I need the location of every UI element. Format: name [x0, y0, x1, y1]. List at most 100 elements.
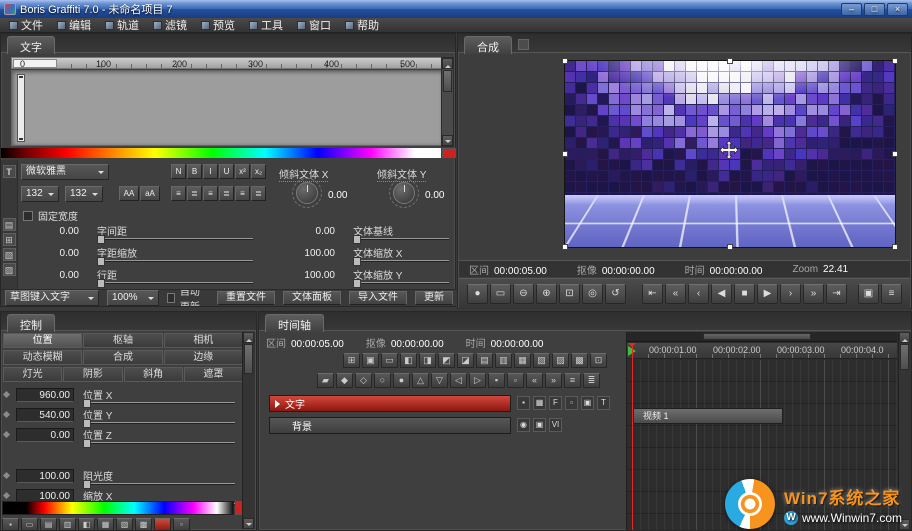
timeline-tool-button[interactable]: ○ [374, 373, 391, 388]
menu-item[interactable]: 滤镜 [146, 18, 194, 32]
font-size-select[interactable]: 132 [21, 186, 59, 202]
clip-video1[interactable]: 视频 1 [633, 408, 783, 424]
param-value[interactable]: 0.00 [19, 270, 79, 281]
text-tool-icon[interactable]: ⊞ [3, 233, 16, 246]
footer-button[interactable]: 文体面板 [283, 291, 341, 305]
next-frame-button[interactable]: › [780, 284, 801, 304]
control-tab[interactable]: 位置 [3, 333, 82, 348]
menu-item[interactable]: 文件 [2, 18, 50, 32]
timeline-tool-button[interactable]: ◆ [336, 373, 353, 388]
timeline-tool-button[interactable]: ▭ [381, 353, 398, 368]
track-option-icon[interactable]: F [549, 396, 562, 410]
skew-x-value[interactable]: 0.00 [328, 190, 347, 201]
zoom-in-button[interactable]: ⊕ [536, 284, 557, 304]
zoom-dropdown[interactable]: 100% [107, 290, 159, 306]
align-button[interactable]: ≡ [203, 186, 218, 201]
text-tool-icon[interactable]: ▤ [3, 218, 16, 231]
control-tab[interactable]: 相机 [164, 333, 243, 348]
timeline-tool-button[interactable]: ▨ [552, 353, 569, 368]
scroll-up-icon[interactable] [899, 332, 910, 343]
font-style-button[interactable]: I [203, 164, 218, 179]
param-slider[interactable] [83, 483, 235, 484]
minimize-button[interactable]: – [841, 3, 862, 16]
record-button[interactable]: ● [467, 284, 488, 304]
render-options-button[interactable]: ≡ [881, 284, 902, 304]
align-button[interactable]: ≡ [171, 186, 186, 201]
menu-item[interactable]: 帮助 [338, 18, 386, 32]
toolbar-icon-button[interactable]: ▤ [40, 518, 57, 531]
keyframe-icon[interactable] [4, 392, 12, 400]
tab-composite[interactable]: 合成 [464, 36, 512, 54]
tab-text[interactable]: 文字 [7, 36, 55, 54]
track-option-icon[interactable]: ▫ [565, 396, 578, 410]
text-tool-icon[interactable]: T [3, 165, 16, 178]
menu-item[interactable]: 编辑 [50, 18, 98, 32]
track-option-icon[interactable]: ▣ [533, 418, 546, 432]
font-size-select-2[interactable]: 132 [65, 186, 103, 202]
loop-playback-button[interactable]: ↺ [605, 284, 626, 304]
tab-timeline[interactable]: 时间轴 [265, 314, 324, 332]
track-bar-background[interactable]: 背景 [269, 417, 511, 434]
selection-handle[interactable] [562, 58, 568, 64]
panel-options-icon[interactable] [518, 39, 529, 50]
param-slider[interactable] [97, 238, 253, 239]
selection-handle[interactable] [727, 244, 733, 250]
param-value[interactable]: 0.00 [263, 226, 335, 237]
skew-y-value[interactable]: 0.00 [425, 190, 444, 201]
selection-handle[interactable] [562, 244, 568, 250]
font-style-button[interactable]: x² [235, 164, 250, 179]
param-slider[interactable] [353, 282, 449, 283]
align-button[interactable]: ≣ [251, 186, 266, 201]
control-tab[interactable]: 动态模糊 [3, 350, 82, 365]
timeline-tool-button[interactable]: ▦ [514, 353, 531, 368]
play-button[interactable]: ▶ [757, 284, 778, 304]
timeline-tool-button[interactable]: ● [393, 373, 410, 388]
param-value-field[interactable]: 540.00 [16, 408, 74, 422]
align-button[interactable]: ≣ [219, 186, 234, 201]
case-button[interactable]: AA [119, 186, 139, 201]
keyframe-icon[interactable] [4, 412, 12, 420]
timeline-tool-button[interactable]: ▽ [431, 373, 448, 388]
timeline-tool-button[interactable]: ▥ [495, 353, 512, 368]
play-backward-button[interactable]: ◀ [711, 284, 732, 304]
selection-handle[interactable] [727, 58, 733, 64]
param-slider[interactable] [83, 442, 235, 443]
case-button[interactable]: aA [140, 186, 160, 201]
control-tab[interactable]: 边缘 [164, 350, 243, 365]
timeline-ruler[interactable]: 00:00:01.0000:00:02.0000:00:03.0000:00:0… [627, 343, 897, 359]
timeline-tool-button[interactable]: ◪ [457, 353, 474, 368]
track-option-icon[interactable]: ▪ [517, 396, 530, 410]
timeline-tool-button[interactable]: ▣ [362, 353, 379, 368]
menu-item[interactable]: 预览 [194, 18, 242, 32]
skew-y-dial[interactable] [393, 182, 415, 204]
param-slider[interactable] [353, 238, 449, 239]
text-tool-icon[interactable]: ▨ [3, 263, 16, 276]
param-value[interactable]: 0.00 [19, 226, 79, 237]
footer-button[interactable]: 更新 [415, 291, 453, 305]
scroll-thumb[interactable] [703, 333, 811, 340]
fixed-width-checkbox[interactable] [23, 211, 33, 221]
toolbar-icon-button[interactable]: ▫ [173, 518, 190, 531]
toolbar-icon-button[interactable]: ▪ [2, 518, 19, 531]
param-value-field[interactable]: 0.00 [16, 428, 74, 442]
scroll-thumb[interactable] [244, 344, 253, 374]
timeline-tool-button[interactable]: ▩ [571, 353, 588, 368]
fast-forward-button[interactable]: » [803, 284, 824, 304]
timeline-tool-button[interactable]: « [526, 373, 543, 388]
scroll-up-icon[interactable] [243, 332, 254, 343]
preview-mode-button[interactable]: ▣ [858, 284, 879, 304]
timeline-tool-button[interactable]: ▪ [488, 373, 505, 388]
record-style-button[interactable] [154, 518, 171, 531]
control-tab[interactable]: 遮罩 [184, 367, 243, 382]
track-bar-text[interactable]: 文字 [269, 395, 511, 412]
menu-item[interactable]: 轨道 [98, 18, 146, 32]
timeline-tool-button[interactable]: » [545, 373, 562, 388]
selection-handle[interactable] [892, 244, 898, 250]
param-slider[interactable] [83, 402, 235, 403]
param-slider[interactable] [83, 422, 235, 423]
previous-frame-button[interactable]: ‹ [688, 284, 709, 304]
gradient-end-swatch[interactable] [442, 148, 456, 158]
expand-arrow-icon[interactable] [275, 400, 280, 408]
fast-rewind-button[interactable]: « [665, 284, 686, 304]
keyframe-icon[interactable] [4, 473, 12, 481]
